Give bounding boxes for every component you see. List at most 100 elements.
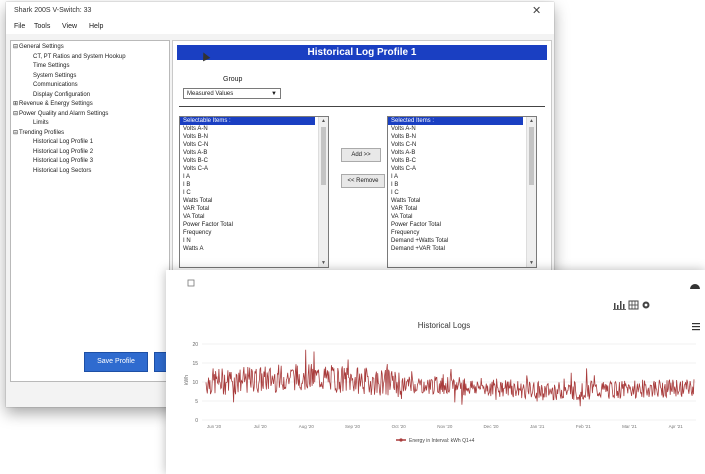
tree-item[interactable]: Display Configuration — [33, 91, 90, 100]
x-tick-label: Aug '20 — [299, 424, 315, 429]
series-line — [205, 349, 695, 407]
tree-item-label: General Settings — [19, 44, 64, 50]
list-item[interactable]: I N — [180, 237, 328, 245]
save-profile-button[interactable]: Save Profile — [84, 352, 148, 372]
legend-marker — [399, 438, 403, 442]
divider — [179, 106, 545, 107]
selected-items-list[interactable]: Selected Items : Volts A-N Volts B-N Volts … — [387, 116, 537, 268]
collapse-icon[interactable]: ⊟ — [13, 130, 18, 136]
list-item[interactable]: I C — [388, 189, 536, 197]
tree-item[interactable]: Limits — [33, 119, 49, 128]
scroll-thumb[interactable] — [321, 127, 326, 185]
menu-help[interactable]: Help — [89, 20, 103, 34]
y-tick-label: 15 — [192, 361, 198, 367]
list-item[interactable]: I A — [388, 173, 536, 181]
tree-item[interactable]: Historical Log Profile 2 — [33, 148, 93, 157]
list-item[interactable]: Frequency — [388, 229, 536, 237]
tree-item-label: Historical Log Sectors — [33, 167, 92, 174]
x-tick-label: Feb '21 — [576, 424, 591, 429]
list-item[interactable]: I B — [180, 181, 328, 189]
list-item[interactable]: Watts Total — [388, 197, 536, 205]
list-item[interactable]: Watts Total — [180, 197, 328, 205]
dashboard-icon[interactable] — [690, 284, 700, 289]
tree-item[interactable]: ⊞Revenue & Energy Settings — [13, 100, 93, 109]
settings-tree: ⊟General Settings CT, PT Ratios and Syste… — [10, 40, 170, 382]
bar-chart-icon[interactable] — [613, 301, 626, 310]
x-tick-label: Oct '20 — [392, 424, 407, 429]
list-item[interactable]: Demand +Watts Total — [388, 237, 536, 245]
x-tick-label: Apr '21 — [669, 424, 684, 429]
menu-tools[interactable]: Tools — [34, 20, 50, 34]
list-item[interactable]: Power Factor Total — [388, 221, 536, 229]
menu-view[interactable]: View — [62, 20, 77, 34]
scroll-up-icon[interactable]: ▲ — [527, 117, 536, 125]
list-item[interactable]: Watts A — [180, 245, 328, 253]
tree-item-label: CT, PT Ratios and System Hookup — [33, 53, 126, 60]
list-item[interactable]: VA Total — [388, 213, 536, 221]
tree-item-label: Revenue & Energy Settings — [19, 101, 93, 107]
list-item[interactable]: Volts A-B — [180, 149, 328, 157]
tree-item[interactable]: ⊟Trending Profiles — [13, 129, 64, 138]
scroll-down-icon[interactable]: ▼ — [319, 259, 328, 267]
expand-icon[interactable]: ⊞ — [13, 101, 18, 107]
list-item[interactable]: I A — [180, 173, 328, 181]
list-header-item[interactable]: Selectable Items : — [180, 117, 315, 125]
scrollbar[interactable]: ▲ ▼ — [318, 117, 328, 267]
list-item[interactable]: I C — [180, 189, 328, 197]
list-item[interactable]: Volts A-N — [180, 125, 328, 133]
collapse-icon[interactable]: ⊟ — [13, 44, 18, 50]
list-item[interactable]: Volts B-N — [180, 133, 328, 141]
close-icon[interactable]: ✕ — [532, 2, 541, 20]
list-item[interactable]: VA Total — [180, 213, 328, 221]
list-item[interactable]: VAR Total — [180, 205, 328, 213]
table-icon[interactable] — [628, 300, 639, 310]
y-tick-label: 5 — [195, 399, 198, 405]
tree-item-label: Trending Profiles — [19, 129, 65, 136]
list-item[interactable]: Volts A-B — [388, 149, 536, 157]
drag-handle-icon[interactable] — [187, 279, 195, 287]
collapse-icon[interactable]: ⊟ — [13, 111, 18, 117]
list-header-item[interactable]: Selected Items : — [388, 117, 523, 125]
tree-item[interactable]: ⊟Power Quality and Alarm Settings — [13, 110, 108, 119]
list-item[interactable]: Volts C-A — [180, 165, 328, 173]
scroll-up-icon[interactable]: ▲ — [319, 117, 328, 125]
scrollbar[interactable]: ▲ ▼ — [526, 117, 536, 267]
menu-file[interactable]: File — [14, 20, 25, 34]
scroll-down-icon[interactable]: ▼ — [527, 259, 536, 267]
x-tick-label: Jan '21 — [530, 424, 545, 429]
add-button[interactable]: Add >> — [341, 148, 381, 162]
list-item[interactable]: Frequency — [180, 229, 328, 237]
hamburger-menu-icon[interactable] — [692, 323, 700, 331]
selectable-items-list[interactable]: Selectable Items : Volts A-N Volts B-N Volt… — [179, 116, 329, 268]
list-item[interactable]: Volts B-C — [180, 157, 328, 165]
list-item[interactable]: Volts C-N — [180, 141, 328, 149]
group-select[interactable]: Measured Values ▼ — [183, 88, 281, 99]
scroll-thumb[interactable] — [529, 127, 534, 185]
list-item[interactable]: Volts B-C — [388, 157, 536, 165]
chart-title: Historical Logs — [418, 321, 470, 330]
list-item[interactable]: Power Factor Total — [180, 221, 328, 229]
list-item[interactable]: VAR Total — [388, 205, 536, 213]
list-item[interactable]: Volts B-N — [388, 133, 536, 141]
tree-item-label: Historical Log Profile 3 — [33, 158, 94, 164]
list-item[interactable]: Volts C-A — [388, 165, 536, 173]
tree-item[interactable]: CT, PT Ratios and System Hookup — [33, 53, 126, 62]
legend-label[interactable]: Energy in Interval: kWh Q1+4 — [409, 438, 475, 444]
historical-logs-card: Historical Logs kWh 0 5 10 15 20 Jun '20 Jul '… — [166, 270, 705, 474]
tree-item-label: Historical Log Profile 2 — [33, 148, 94, 155]
chevron-down-icon: ▼ — [271, 91, 277, 97]
tree-item[interactable]: System Settings — [33, 72, 76, 81]
tree-item[interactable]: Historical Log Sectors — [33, 167, 91, 176]
list-item[interactable]: Demand +VAR Total — [388, 245, 536, 253]
remove-button[interactable]: << Remove — [341, 174, 385, 188]
tree-item[interactable]: Time Settings — [33, 62, 69, 71]
tree-item[interactable]: Historical Log Profile 1 — [33, 138, 93, 147]
list-item[interactable]: I B — [388, 181, 536, 189]
gear-icon[interactable] — [642, 301, 650, 309]
y-tick-label: 0 — [195, 418, 198, 424]
tree-item[interactable]: ⊟General Settings — [13, 43, 64, 52]
list-item[interactable]: Volts A-N — [388, 125, 536, 133]
tree-item[interactable]: Communications — [33, 81, 78, 90]
tree-item[interactable]: Historical Log Profile 3 — [33, 157, 93, 166]
list-item[interactable]: Volts C-N — [388, 141, 536, 149]
